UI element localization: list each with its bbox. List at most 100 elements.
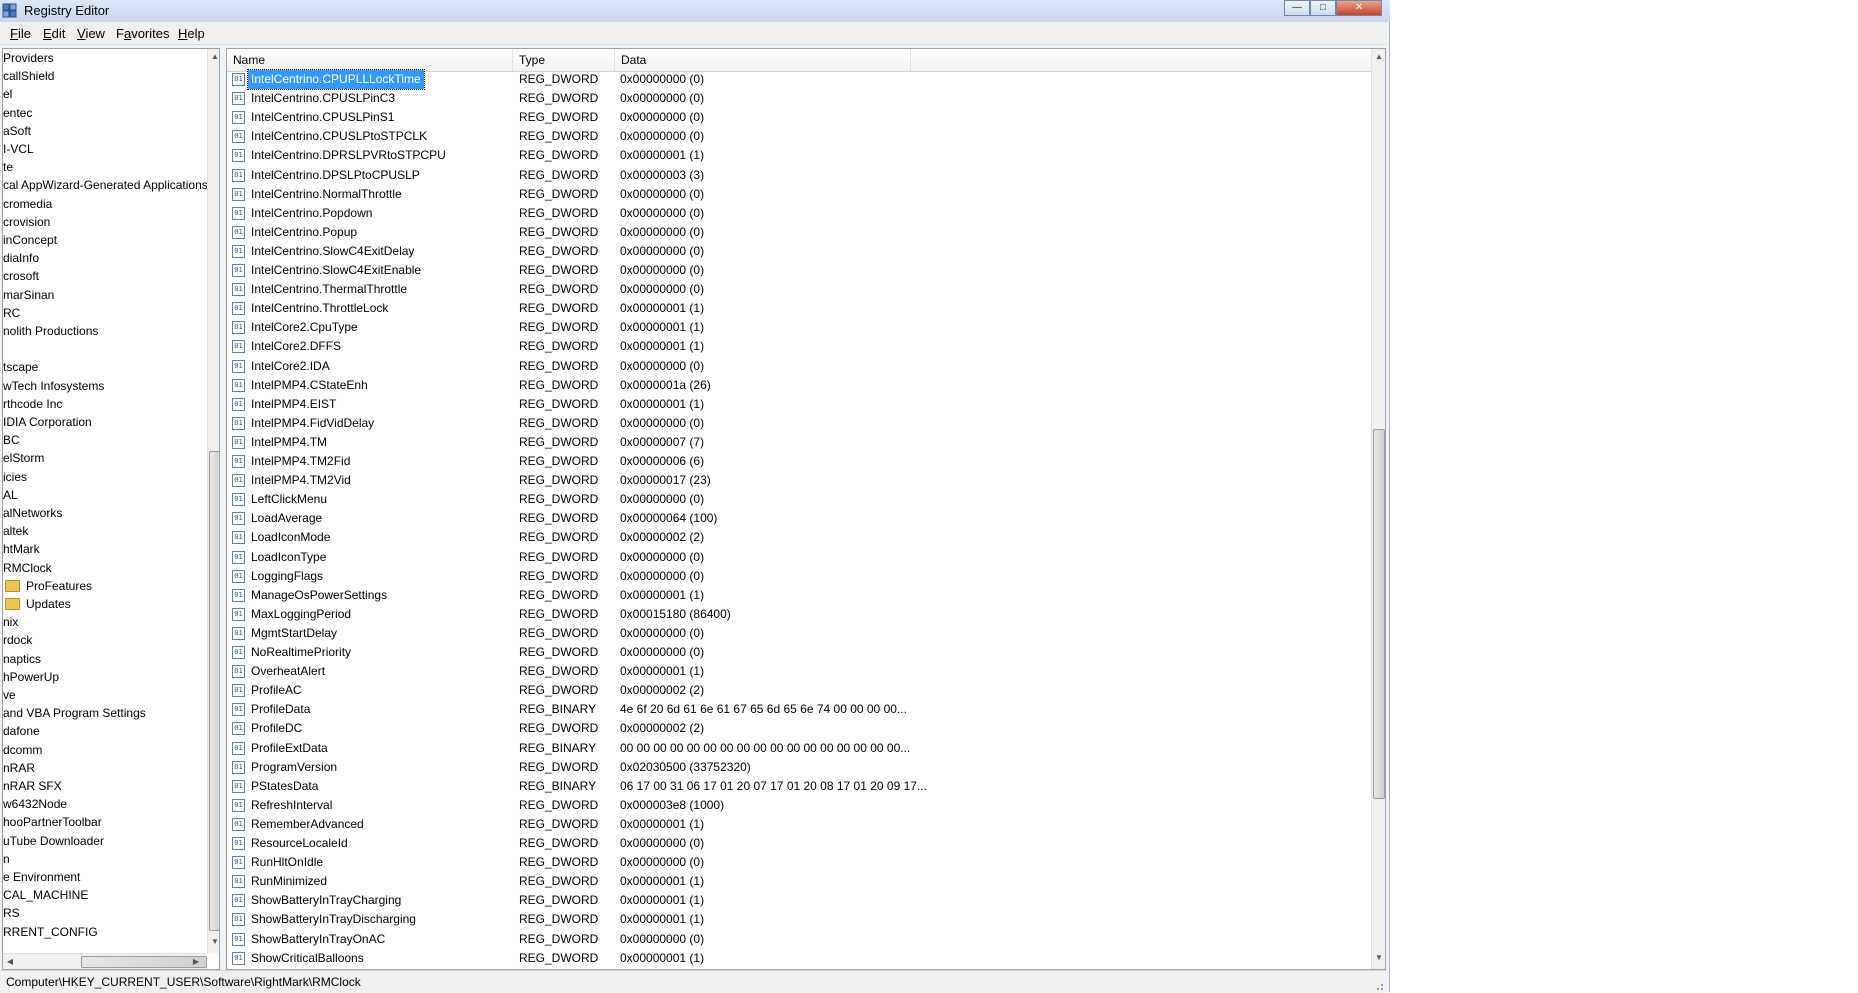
tree-item[interactable]: dafone [3,722,40,740]
tree-item[interactable]: crovision [3,213,50,231]
tree-vscroll-thumb[interactable] [209,451,219,931]
tree-item[interactable]: alNetworks [3,504,62,522]
value-row[interactable]: 01 IntelCentrino.SlowC4ExitDelay REG_DWORD… [227,242,1371,261]
tree-item[interactable]: elStorm [3,449,44,467]
close-button[interactable]: ✕ [1336,0,1382,16]
value-row[interactable]: 01 MgmtStartDelay REG_DWORD 0x00000000 (0) [227,624,1371,643]
value-row[interactable]: 01 IntelCore2.CpuType REG_DWORD 0x00000001 … [227,318,1371,337]
value-row[interactable]: 01 MaxLoggingPeriod REG_DWORD 0x00015180 (8… [227,605,1371,624]
values-vertical-scrollbar[interactable]: ▲ ▼ [1371,49,1385,969]
tree-item[interactable]: hooPartnerToolbar [3,813,102,831]
tree-item[interactable]: entec [3,104,32,122]
tree-item[interactable]: n [3,850,10,868]
tree-item[interactable]: rdock [3,631,32,649]
value-row[interactable]: 01 NoRealtimePriority REG_DWORD 0x00000000 … [227,643,1371,662]
value-row[interactable]: 01 IntelCentrino.DPSLPtoCPUSLP REG_DWORD 0x… [227,166,1371,185]
tree-item[interactable]: Updates [5,595,71,613]
column-header-data[interactable]: Data [615,49,911,71]
value-row[interactable]: 01 IntelCentrino.CPUSLPinC3 REG_DWORD 0x000… [227,89,1371,108]
tree-item[interactable]: Providers [3,49,54,67]
value-row[interactable]: 01 ProgramVersion REG_DWORD 0x02030500 (337… [227,758,1371,777]
value-row[interactable]: 01 ShowBatteryInTrayDischarging REG_DWORD 0… [227,910,1371,929]
menu-favorites[interactable]: Favorites [116,26,169,41]
scroll-down-arrow-icon[interactable]: ▼ [1372,953,1385,962]
column-header-name[interactable]: Name [227,49,513,71]
value-row[interactable]: 01 IntelCentrino.DPRSLPVRtoSTPCPU REG_DWOR… [227,146,1371,165]
scroll-right-arrow-icon[interactable]: ▶ [189,957,203,966]
value-row[interactable]: 01 IntelPMP4.EIST REG_DWORD 0x00000001 (1) [227,395,1371,414]
tree-item[interactable]: nRAR [3,759,35,777]
value-row[interactable]: 01 LeftClickMenu REG_DWORD 0x00000000 (0) [227,490,1371,509]
value-row[interactable]: 01 LoggingFlags REG_DWORD 0x00000000 (0) [227,567,1371,586]
value-row[interactable]: 01 ShowBatteryInTrayCharging REG_DWORD 0x00… [227,891,1371,910]
tree-item[interactable]: and VBA Program Settings [3,704,146,722]
value-row[interactable]: 01 IntelCentrino.Popdown REG_DWORD 0x000000… [227,204,1371,223]
tree-item[interactable]: AL [3,486,18,504]
tree-item[interactable]: tscape [3,358,38,376]
tree-item[interactable]: uTube Downloader [3,832,104,850]
column-header-type[interactable]: Type [513,49,615,71]
value-row[interactable]: 01 IntelCentrino.ThrottleLock REG_DWORD 0x0… [227,299,1371,318]
value-row[interactable]: 01 ProfileData REG_BINARY 4e 6f 20 6d 61 6e… [227,700,1371,719]
tree-item[interactable]: altek [3,522,28,540]
tree-item[interactable]: hPowerUp [3,668,59,686]
tree-item[interactable]: nRAR SFX [3,777,62,795]
value-row[interactable]: 01 IntelCentrino.SlowC4ExitEnable REG_DWOR… [227,261,1371,280]
value-row[interactable]: 01 IntelCore2.IDA REG_DWORD 0x00000000 (0) [227,357,1371,376]
tree-item[interactable]: te [3,158,13,176]
tree-item[interactable]: RRENT_CONFIG [3,923,98,941]
value-row[interactable]: 01 LoadIconMode REG_DWORD 0x00000002 (2) [227,528,1371,547]
tree-item[interactable]: dcomm [3,741,42,759]
value-row[interactable]: 01 IntelPMP4.CStateEnh REG_DWORD 0x0000001a… [227,376,1371,395]
tree-item[interactable]: RC [3,304,20,322]
tree-item[interactable]: RMClock [3,559,52,577]
value-row[interactable]: 01 RefreshInterval REG_DWORD 0x000003e8 (10… [227,796,1371,815]
value-row[interactable]: 01 PStatesData REG_BINARY 06 17 00 31 06 17… [227,777,1371,796]
value-row[interactable]: 01 ProfileDC REG_DWORD 0x00000002 (2) [227,719,1371,738]
tree-item[interactable]: wTech Infosystems [3,377,104,395]
tree-item[interactable]: cromedia [3,195,52,213]
tree-item[interactable]: marSinan [3,286,54,304]
value-row[interactable]: 01 OverheatAlert REG_DWORD 0x00000001 (1) [227,662,1371,681]
tree-item[interactable]: rthcode Inc [3,395,62,413]
value-row[interactable]: 01 IntelCentrino.CPUSLPtoSTPCLK REG_DWORD 0… [227,127,1371,146]
tree-item[interactable]: w6432Node [3,795,67,813]
tree-item[interactable]: IDIA Corporation [3,413,92,431]
tree-item[interactable]: diaInfo [3,249,39,267]
tree-item[interactable]: RS [3,904,20,922]
value-row[interactable]: 01 ProfileAC REG_DWORD 0x00000002 (2) [227,681,1371,700]
value-row[interactable]: 01 IntelCentrino.CPUSLPinS1 REG_DWORD 0x000… [227,108,1371,127]
maximize-button[interactable]: □ [1310,0,1336,16]
menu-view[interactable]: View [77,26,105,41]
value-row[interactable]: 01 ProfileExtData REG_BINARY 00 00 00 00 00… [227,739,1371,758]
menu-file[interactable]: File [10,26,31,41]
title-bar[interactable]: Registry Editor — □ ✕ [0,0,1390,22]
tree-item[interactable]: callShield [3,67,54,85]
tree-item[interactable]: ProFeatures [5,577,92,595]
tree-item[interactable]: icies [3,468,27,486]
value-row[interactable]: 01 ShowBatteryInTrayOnAC REG_DWORD 0x000000… [227,930,1371,949]
tree-horizontal-scrollbar[interactable]: ◀ ▶ [3,953,207,969]
tree-vertical-scrollbar[interactable]: ▲ ▼ [207,49,219,953]
value-row[interactable]: 01 LoadAverage REG_DWORD 0x00000064 (100) [227,509,1371,528]
menu-help[interactable]: Help [178,26,205,41]
value-row[interactable]: 01 IntelCore2.DFFS REG_DWORD 0x00000001 (1) [227,337,1371,356]
tree-item[interactable]: aSoft [3,122,31,140]
tree-item[interactable]: inConcept [3,231,57,249]
tree-item[interactable]: nolith Productions [3,322,98,340]
tree-item[interactable]: el [3,85,12,103]
value-row[interactable]: 01 IntelCentrino.NormalThrottle REG_DWORD 0… [227,185,1371,204]
minimize-button[interactable]: — [1284,0,1310,16]
tree-item[interactable]: ve [3,686,16,704]
scroll-up-arrow-icon[interactable]: ▲ [208,52,219,61]
tree-item[interactable]: e Environment [3,868,80,886]
scroll-left-arrow-icon[interactable]: ◀ [3,957,17,966]
tree-item[interactable]: htMark [3,540,40,558]
value-row[interactable]: 01 RunHltOnIdle REG_DWORD 0x00000000 (0) [227,853,1371,872]
tree-item[interactable]: CAL_MACHINE [3,886,88,904]
value-row[interactable]: 01 IntelPMP4.TM2Fid REG_DWORD 0x00000006 (6… [227,452,1371,471]
value-row[interactable]: 01 RememberAdvanced REG_DWORD 0x00000001 (1… [227,815,1371,834]
tree-item[interactable]: I-VCL [3,140,34,158]
values-vscroll-thumb[interactable] [1373,429,1385,799]
value-row[interactable]: 01 IntelPMP4.TM REG_DWORD 0x00000007 (7) [227,433,1371,452]
